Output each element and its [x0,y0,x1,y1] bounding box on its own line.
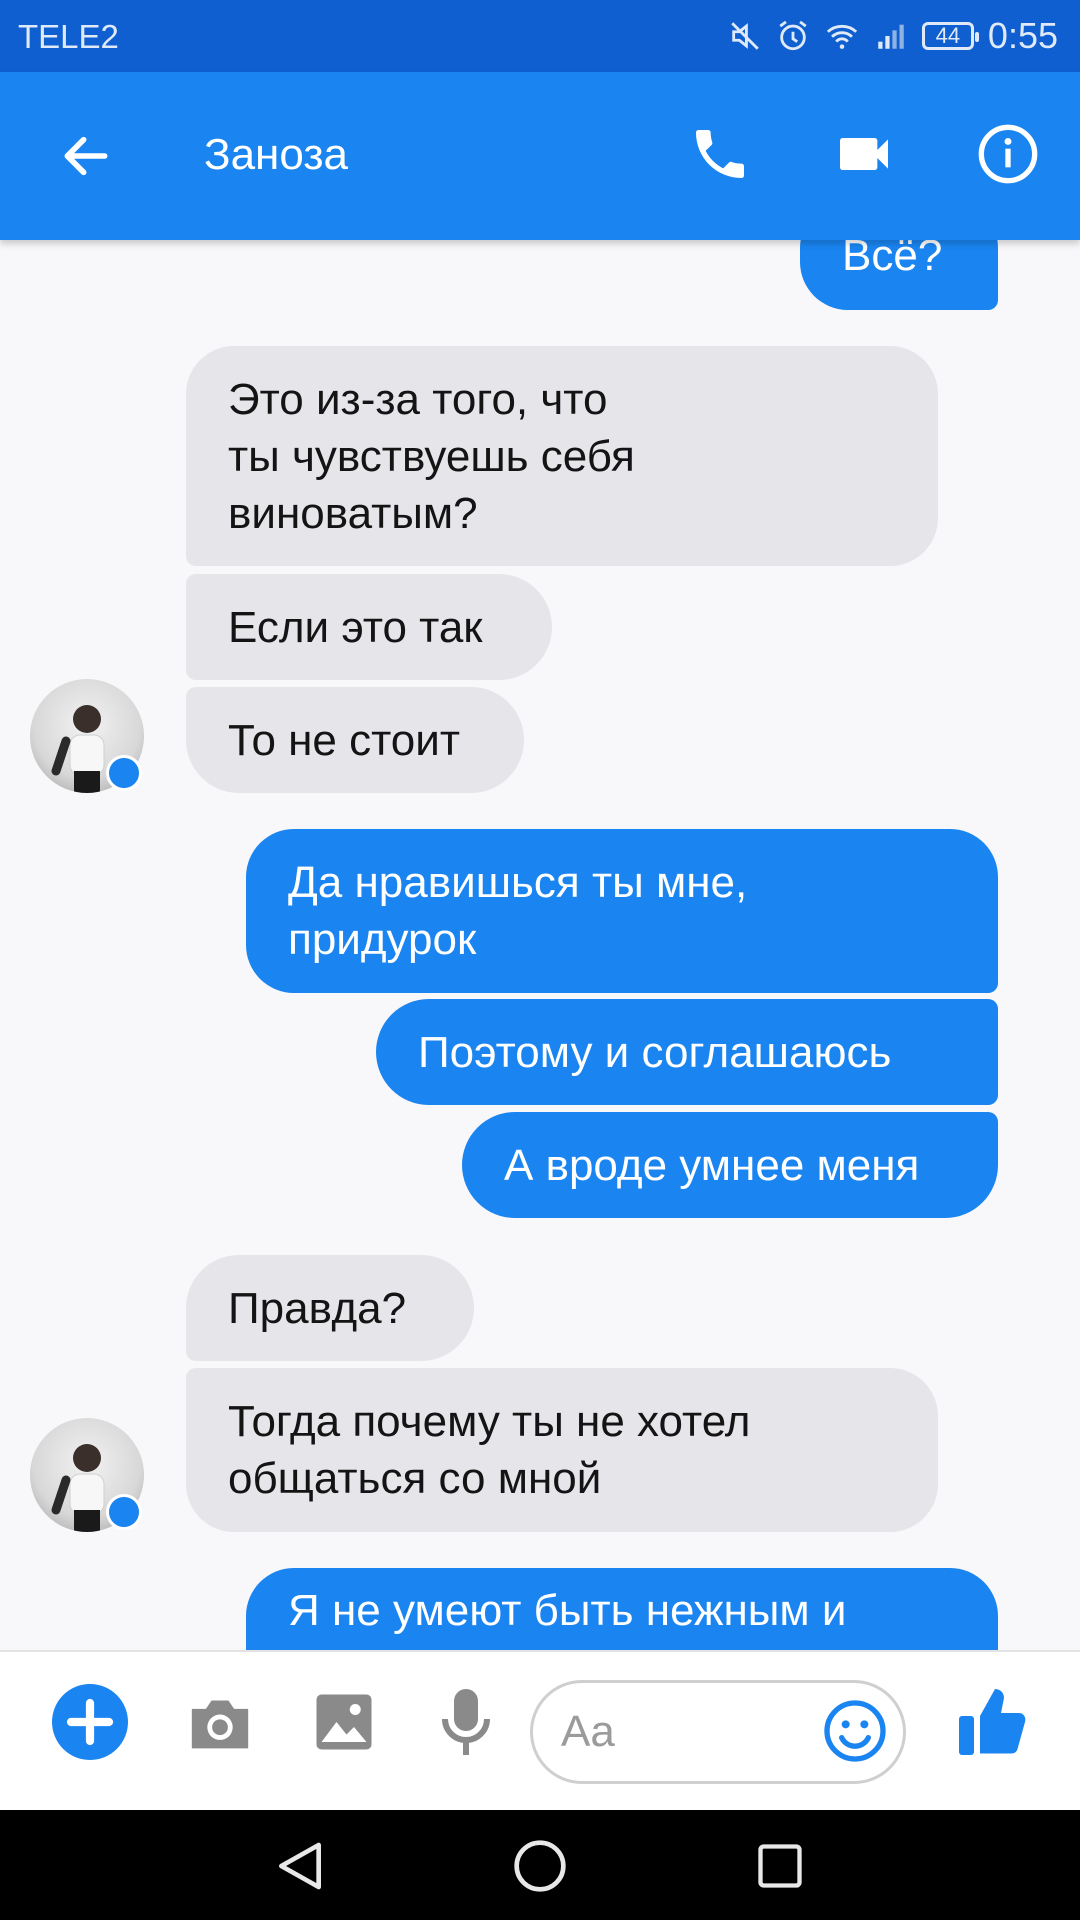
messenger-badge-icon [106,755,142,791]
clock: 0:55 [987,15,1058,56]
conversation-header: Заноза [0,72,1080,240]
message-incoming[interactable]: Тогда почему ты не хотел общаться со мно… [186,1368,938,1532]
message-outgoing[interactable]: А вроде умнее меня [462,1112,998,1218]
signal-icon [878,24,904,49]
message-list[interactable]: Всё? Это из-за того, что ты чувствуешь с… [0,240,1080,1650]
camera-icon[interactable] [186,1692,254,1754]
message-outgoing[interactable]: Да нравишься ты мне, придурок [246,829,998,993]
wifi-icon [826,24,858,49]
messenger-badge-icon [106,1494,142,1530]
microphone-icon[interactable] [440,1686,492,1758]
phone-icon[interactable] [688,122,752,186]
thumbs-up-icon[interactable] [956,1682,1028,1762]
battery-indicator: 44 [921,22,979,50]
back-arrow-icon[interactable] [58,128,114,184]
avatar[interactable] [30,1418,144,1532]
nav-recents-icon[interactable] [754,1840,806,1892]
message-input[interactable]: Aa [530,1680,906,1784]
nav-back-icon[interactable] [270,1838,330,1894]
message-outgoing[interactable]: Поэтому и соглашаюсь [376,999,998,1105]
carrier-name: TELE2 [18,18,119,55]
nav-home-icon[interactable] [512,1838,568,1894]
status-bar: TELE2 44 0:55 [0,0,1080,72]
message-outgoing[interactable]: Всё? [800,240,998,310]
avatar[interactable] [30,679,144,793]
message-incoming[interactable]: Если это так [186,574,552,680]
system-navigation-bar [0,1810,1080,1920]
contact-name[interactable]: Заноза [204,130,348,180]
info-icon[interactable] [976,122,1040,186]
video-camera-icon[interactable] [832,122,896,186]
message-incoming[interactable]: То не стоит [186,687,524,793]
message-outgoing[interactable]: Я не умеют быть нежным и [246,1568,998,1650]
muted-icon [731,22,759,50]
composer-bar: Aa [0,1650,1080,1812]
alarm-icon [779,20,807,51]
message-input-placeholder: Aa [561,1707,615,1756]
message-incoming[interactable]: Правда? [186,1255,474,1361]
plus-icon[interactable] [52,1684,128,1760]
message-incoming[interactable]: Это из-за того, что ты чувствуешь себя в… [186,346,938,566]
emoji-icon[interactable] [823,1699,887,1763]
status-icons: 44 0:55 [728,14,1058,58]
image-icon[interactable] [314,1692,374,1752]
